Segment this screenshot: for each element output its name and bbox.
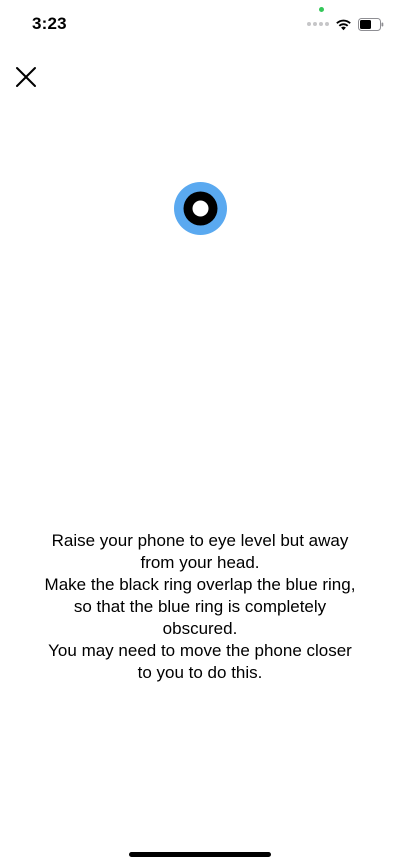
instructions-text: Raise your phone to eye level but away f… xyxy=(40,530,360,684)
privacy-indicator-icon xyxy=(319,7,324,12)
status-bar: 3:23 xyxy=(0,0,400,48)
instruction-line-1: Raise your phone to eye level but away f… xyxy=(51,531,349,572)
close-icon xyxy=(16,67,36,87)
instruction-line-2: Make the black ring overlap the blue rin… xyxy=(44,575,356,638)
status-icons xyxy=(307,15,384,33)
ring-target xyxy=(174,182,227,235)
battery-icon xyxy=(358,17,384,31)
home-indicator[interactable] xyxy=(129,852,271,857)
status-time: 3:23 xyxy=(32,14,67,33)
instruction-line-3: You may need to move the phone closer to… xyxy=(48,641,352,682)
close-button[interactable] xyxy=(12,63,40,91)
signal-dots-icon xyxy=(307,22,329,26)
wifi-icon xyxy=(336,19,351,30)
ring-center xyxy=(192,200,209,217)
